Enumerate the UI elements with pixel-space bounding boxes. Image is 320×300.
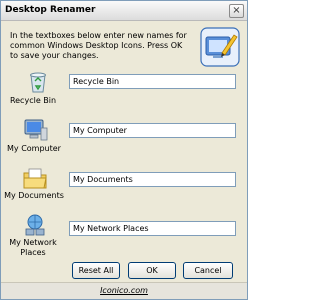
recycle-bin-icon (30, 72, 46, 93)
label-my-computer: My Computer (7, 144, 61, 153)
close-button[interactable]: × (229, 4, 244, 18)
computer-icon (24, 119, 48, 141)
desktop-renamer-window: Desktop Renamer × In the textboxes below… (0, 0, 248, 300)
recycle-bin-name-input[interactable] (69, 74, 236, 89)
desktop-pen-logo (200, 27, 240, 67)
cancel-button[interactable]: Cancel (183, 262, 233, 279)
my-documents-name-input[interactable] (69, 172, 236, 187)
label-my-documents: My Documents (4, 191, 64, 200)
iconico-link[interactable]: Iconico.com (1, 286, 247, 295)
my-network-places-name-input[interactable] (69, 221, 236, 236)
intro-text: In the textboxes below enter new names f… (10, 31, 187, 60)
documents-folder-icon (23, 168, 47, 189)
window-title: Desktop Renamer (5, 5, 96, 15)
title-bar[interactable]: Desktop Renamer × (1, 1, 247, 21)
network-places-icon (25, 214, 45, 236)
label-recycle-bin: Recycle Bin (9, 96, 57, 105)
footer-bar: Iconico.com (1, 282, 247, 299)
label-my-network-places: My Network Places (9, 238, 57, 257)
close-icon: × (232, 5, 241, 16)
reset-all-button[interactable]: Reset All (72, 262, 120, 279)
ok-button[interactable]: OK (128, 262, 176, 279)
my-computer-name-input[interactable] (69, 123, 236, 138)
